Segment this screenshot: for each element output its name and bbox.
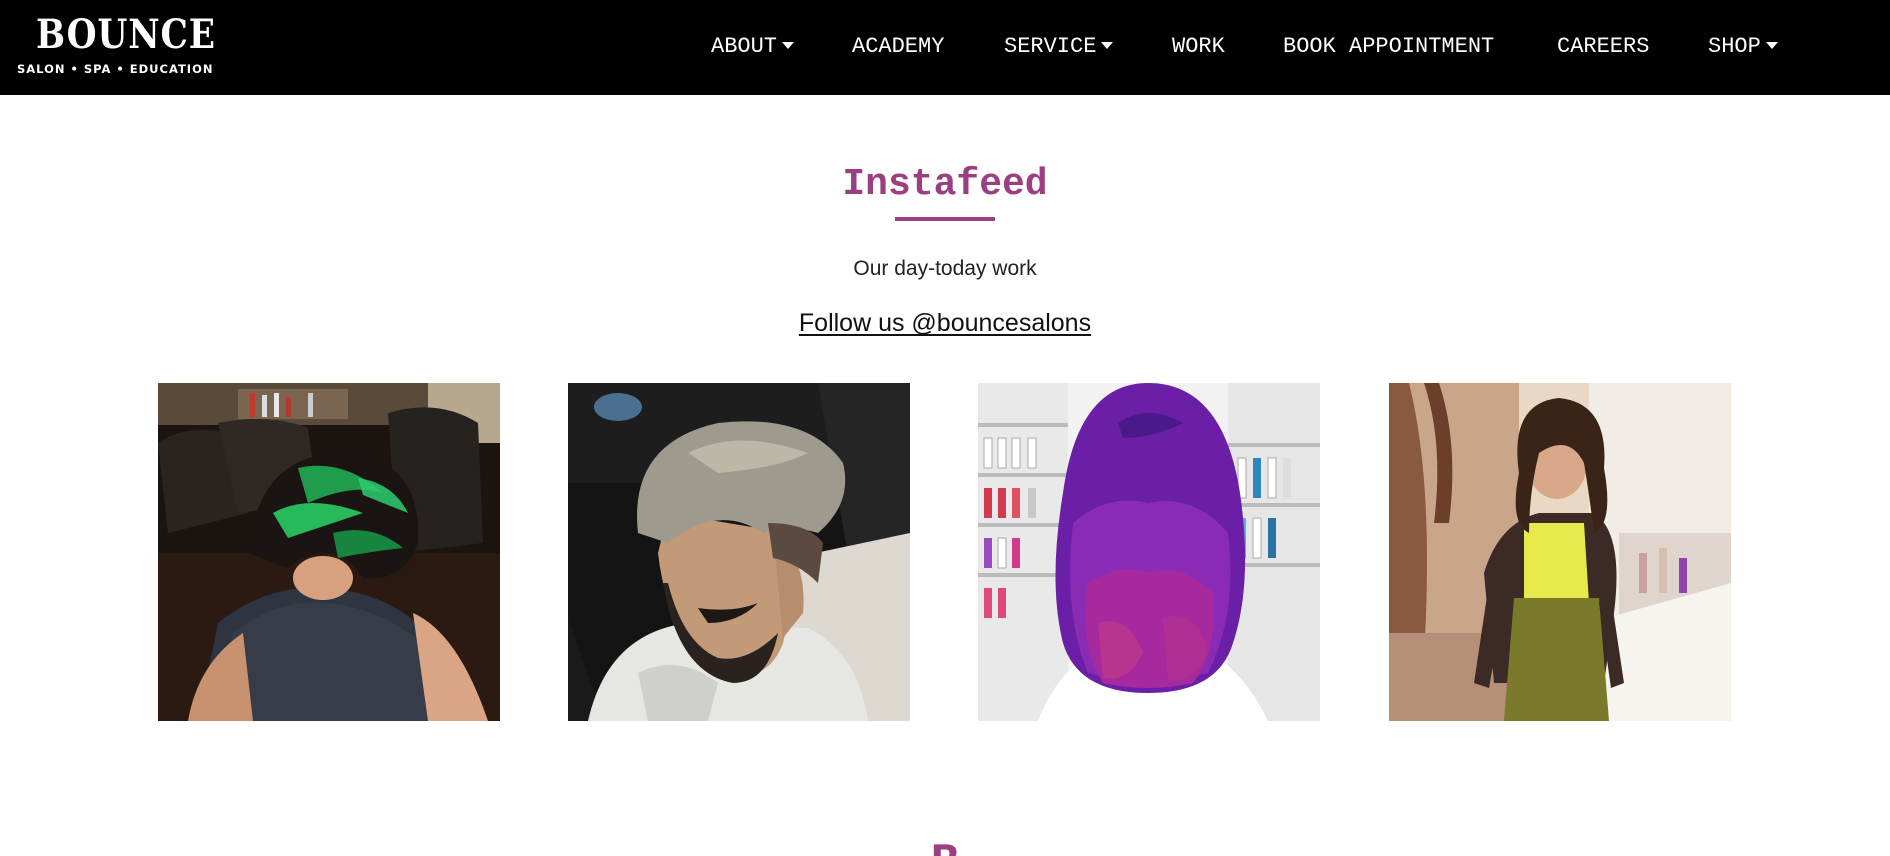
caret-down-icon bbox=[1101, 41, 1114, 49]
insta-photo-undercut[interactable] bbox=[568, 383, 910, 721]
caret-down-icon bbox=[1765, 41, 1778, 49]
photo-woman-yellow-top-image bbox=[1389, 383, 1731, 721]
section-title: Instafeed bbox=[842, 163, 1048, 206]
nav-item-about[interactable]: ABOUT bbox=[711, 32, 795, 62]
main-nav: ABOUT ACADEMY SERVICE WORK BOOK APPOINTM… bbox=[0, 0, 1890, 95]
caret-down-icon bbox=[782, 41, 795, 49]
follow-instagram-row: Follow us @bouncesalons bbox=[0, 308, 1890, 338]
nav-item-academy[interactable]: ACADEMY bbox=[852, 32, 944, 62]
nav-item-label: SERVICE bbox=[1004, 34, 1097, 59]
next-section-title: B bbox=[0, 836, 1890, 856]
nav-item-shop[interactable]: SHOP bbox=[1708, 32, 1778, 62]
nav-item-label: ACADEMY bbox=[852, 34, 945, 59]
photo-undercut-image bbox=[568, 383, 910, 721]
insta-photo-purple-curls[interactable] bbox=[978, 383, 1320, 721]
nav-item-book-appointment[interactable]: BOOK APPOINTMENT bbox=[1283, 32, 1494, 62]
insta-photo-woman-yellow-top[interactable] bbox=[1389, 383, 1731, 721]
nav-item-work[interactable]: WORK bbox=[1172, 32, 1225, 62]
nav-item-label: WORK bbox=[1172, 34, 1225, 59]
nav-item-label: ABOUT bbox=[711, 34, 778, 59]
top-navigation-bar: BOUNCE SALON • SPA • EDUCATION ABOUT ACA… bbox=[0, 0, 1890, 95]
nav-item-careers[interactable]: CAREERS bbox=[1557, 32, 1649, 62]
title-underline bbox=[895, 217, 995, 221]
nav-item-service[interactable]: SERVICE bbox=[1004, 32, 1114, 62]
insta-photo-green-hair[interactable] bbox=[158, 383, 500, 721]
section-subtitle: Our day-today work bbox=[853, 257, 1037, 280]
nav-item-label: SHOP bbox=[1708, 34, 1761, 59]
photo-green-hair-image bbox=[158, 383, 500, 721]
photo-purple-curls-image bbox=[978, 383, 1320, 721]
follow-instagram-link[interactable]: Follow us @bouncesalons bbox=[799, 309, 1091, 337]
nav-item-label: CAREERS bbox=[1557, 34, 1650, 59]
nav-item-label: BOOK APPOINTMENT bbox=[1283, 34, 1495, 59]
